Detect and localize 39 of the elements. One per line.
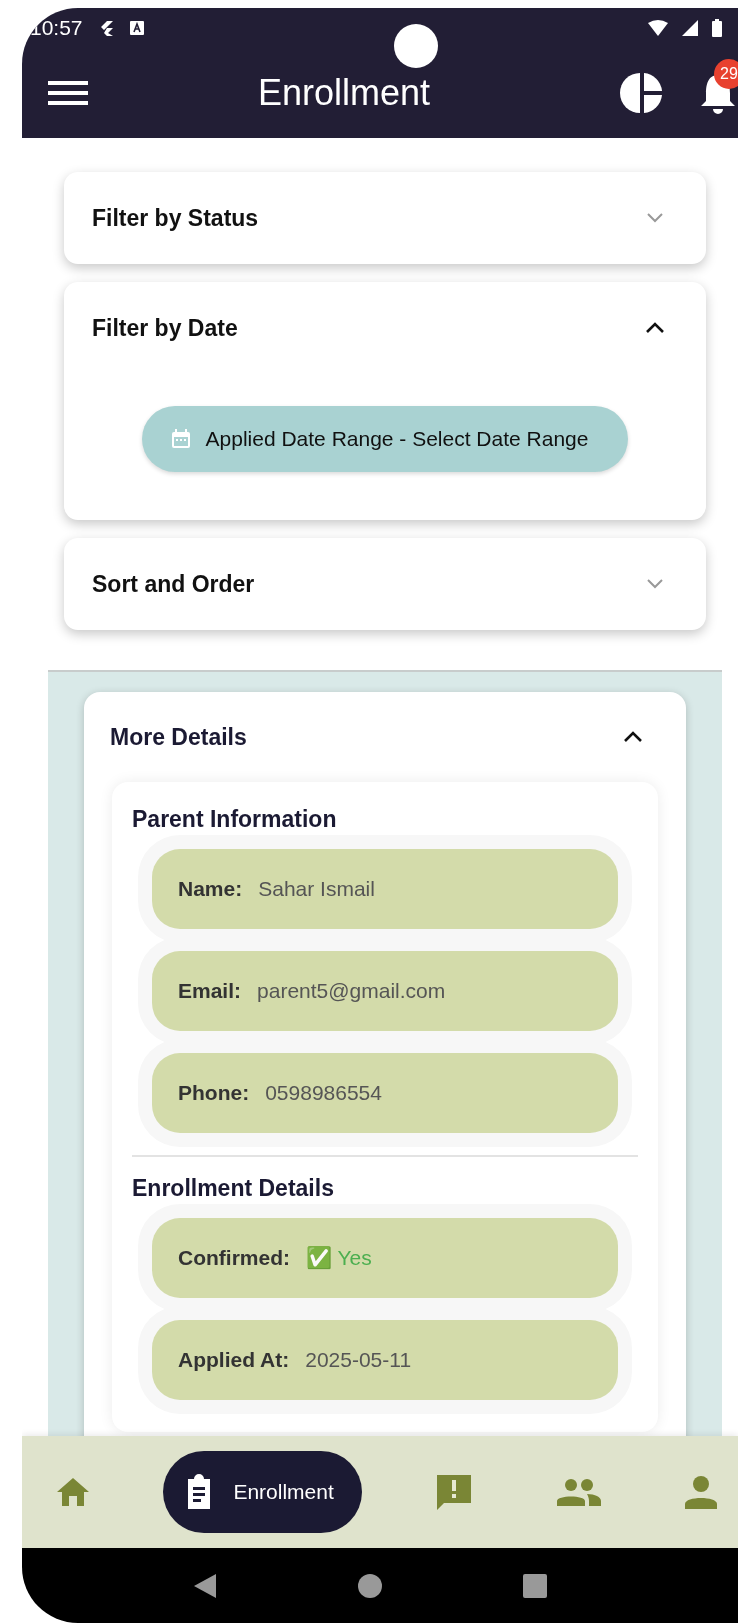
- back-icon[interactable]: [192, 1572, 217, 1599]
- date-range-chip[interactable]: Applied Date Range - Select Date Range: [141, 406, 629, 472]
- feedback-icon: [435, 1473, 474, 1511]
- field-label: Name:: [178, 877, 243, 901]
- field-label: Confirmed:: [178, 1246, 290, 1270]
- field-value: 0598986554: [265, 1081, 382, 1105]
- wifi-icon: [648, 20, 668, 36]
- chevron-up-icon[interactable]: [644, 321, 666, 335]
- chevron-up-icon[interactable]: [622, 730, 644, 744]
- section-title: Enrollment Details: [132, 1175, 335, 1202]
- home-icon: [56, 1477, 90, 1507]
- recents-icon[interactable]: [523, 1573, 548, 1598]
- field-value: Sahar Ismail: [258, 877, 375, 901]
- notification-badge: 29: [714, 59, 738, 89]
- pie-chart-icon[interactable]: [620, 71, 664, 115]
- page-title: Enrollment: [256, 72, 432, 114]
- filter-title[interactable]: Filter by Date: [92, 314, 238, 342]
- field-value: ✅ Yes: [306, 1246, 372, 1270]
- field-label: Phone:: [178, 1081, 250, 1105]
- person-icon: [683, 1475, 718, 1509]
- chevron-down-icon[interactable]: [644, 577, 666, 591]
- nav-tab[interactable]: Enrollment: [163, 1451, 362, 1533]
- signal-icon: [682, 20, 698, 36]
- people-icon: [556, 1478, 601, 1506]
- field-label: Applied At:: [178, 1348, 290, 1372]
- camera-cutout: [394, 24, 438, 68]
- battery-icon: [712, 19, 722, 37]
- home-circle-icon[interactable]: [358, 1573, 382, 1598]
- field-value: 2025-05-11: [305, 1348, 412, 1372]
- details-title[interactable]: More Details: [110, 723, 247, 751]
- field-value: parent5@gmail.com: [257, 979, 446, 1003]
- section-title: Parent Information: [132, 806, 338, 833]
- calendar-icon: [169, 428, 192, 450]
- field-label: Email:: [178, 979, 242, 1003]
- filter-title[interactable]: Sort and Order: [92, 570, 255, 598]
- keyboard-icon: [128, 20, 145, 36]
- menu-icon[interactable]: [48, 78, 88, 108]
- chevron-down-icon[interactable]: [644, 211, 666, 225]
- filter-title[interactable]: Filter by Status: [92, 204, 259, 232]
